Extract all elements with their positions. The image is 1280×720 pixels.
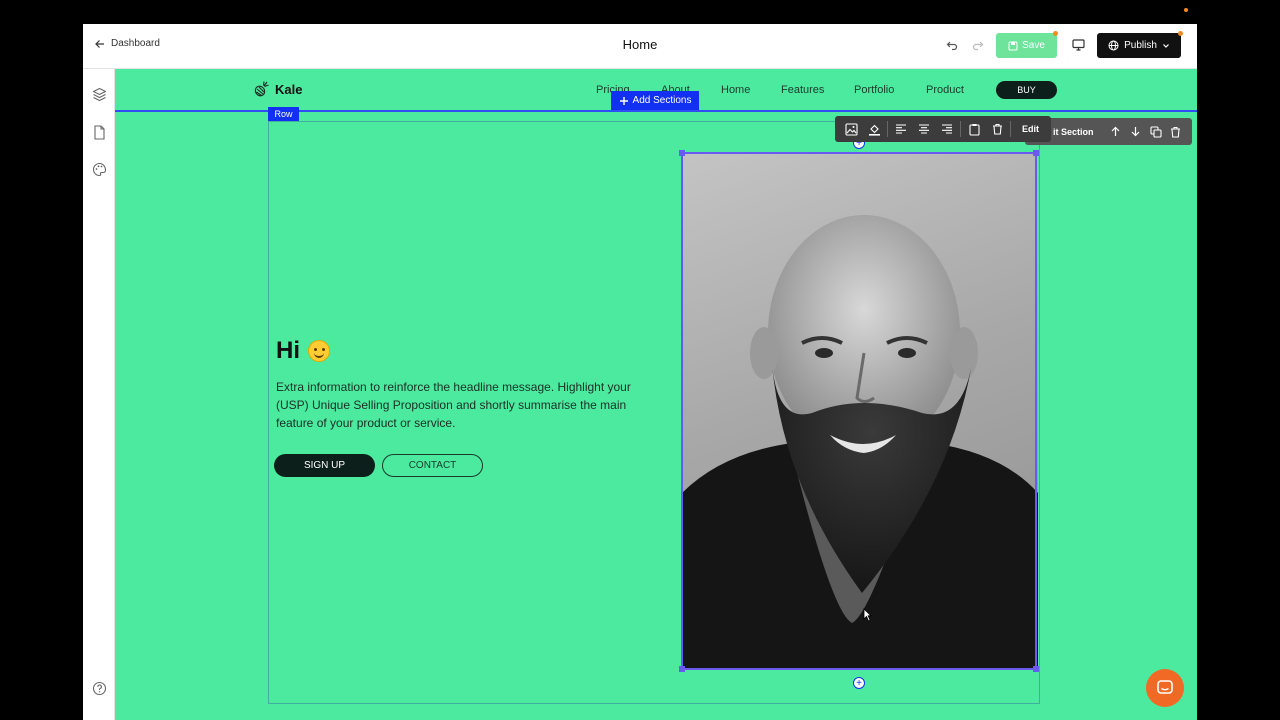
align-right-button[interactable]: [937, 119, 957, 139]
help-icon: [92, 681, 106, 695]
copy-icon: [1149, 125, 1162, 138]
redo-icon: [972, 41, 984, 51]
nav-link-product[interactable]: Product: [926, 84, 964, 96]
smile-emoji-icon: [308, 340, 330, 362]
help-button[interactable]: [90, 679, 108, 697]
trash-icon: [1171, 126, 1181, 138]
pages-button[interactable]: [90, 123, 108, 141]
support-chat-button[interactable]: [1146, 669, 1184, 707]
pineapple-logo-icon: [254, 81, 269, 97]
publish-label: Publish: [1124, 40, 1157, 51]
hero-body[interactable]: Extra information to reinforce the headl…: [276, 378, 636, 432]
add-element-below-button[interactable]: +: [853, 677, 865, 689]
page-canvas: Kale Pricing About Home Features Portfol…: [115, 69, 1197, 720]
monitor-icon: [1071, 39, 1085, 51]
toolbar-divider: [960, 121, 961, 137]
trash-icon: [992, 123, 1002, 135]
theme-button[interactable]: [90, 160, 108, 178]
signup-button[interactable]: SIGN UP: [274, 454, 375, 477]
fill-color-button[interactable]: [864, 119, 884, 139]
publish-indicator: [1178, 31, 1183, 36]
nav-link-portfolio[interactable]: Portfolio: [854, 84, 894, 96]
resize-handle-bottom-left[interactable]: [679, 666, 685, 672]
nav-link-home[interactable]: Home: [721, 84, 750, 96]
chat-icon: [1157, 680, 1173, 694]
align-center-button[interactable]: [914, 119, 934, 139]
resize-handle-top-right[interactable]: [1033, 150, 1039, 156]
arrow-up-icon: [1111, 126, 1120, 136]
hero-title[interactable]: Hi: [276, 337, 330, 365]
toolbar-divider: [1010, 121, 1011, 137]
image-toolbar: Edit: [835, 116, 1051, 142]
contact-button[interactable]: CONTACT: [382, 454, 483, 477]
editor-app: Dashboard Home Save Publish Kale Pricing…: [83, 24, 1197, 720]
nav-link-features[interactable]: Features: [781, 84, 824, 96]
site-brand[interactable]: Kale: [253, 80, 302, 98]
clipboard-icon: [968, 123, 980, 136]
align-left-icon: [896, 124, 906, 134]
hero-title-text: Hi: [276, 337, 300, 364]
align-center-icon: [919, 124, 929, 134]
device-preview-button[interactable]: [1069, 36, 1087, 54]
mouse-cursor-icon: [863, 608, 872, 622]
redo-button[interactable]: [969, 36, 987, 54]
palette-icon: [92, 162, 106, 176]
edit-image-button[interactable]: Edit: [1014, 124, 1047, 134]
notification-dot: [1184, 8, 1188, 12]
unsaved-indicator: [1053, 31, 1058, 36]
left-sidebar: [83, 69, 115, 720]
add-sections-button[interactable]: Add Sections: [611, 91, 699, 110]
resize-handle-bottom-right[interactable]: [1033, 666, 1039, 672]
paint-bucket-icon: [868, 124, 880, 136]
chevron-down-icon: [1162, 43, 1169, 48]
buy-button[interactable]: BUY: [996, 81, 1057, 99]
page-icon: [93, 124, 105, 140]
layers-icon: [92, 87, 106, 101]
layers-button[interactable]: [90, 85, 108, 103]
back-to-dashboard[interactable]: Dashboard: [95, 38, 160, 49]
row-tag[interactable]: Row: [268, 107, 299, 121]
undo-button[interactable]: [943, 36, 961, 54]
hero-portrait-image[interactable]: [682, 153, 1038, 669]
brand-name: Kale: [275, 81, 303, 97]
resize-handle-top-left[interactable]: [679, 150, 685, 156]
replace-image-button[interactable]: [841, 119, 861, 139]
plus-icon: [619, 96, 628, 105]
duplicate-section-button[interactable]: [1148, 124, 1164, 140]
move-section-down-button[interactable]: [1128, 124, 1144, 140]
add-sections-label: Add Sections: [632, 95, 692, 106]
top-bar: Dashboard Home Save Publish: [83, 24, 1197, 69]
save-button[interactable]: Save: [996, 33, 1057, 58]
portrait-illustration: [682, 215, 1038, 669]
floppy-icon: [1008, 41, 1018, 50]
arrow-down-icon: [1131, 127, 1140, 137]
align-left-button[interactable]: [891, 119, 911, 139]
delete-section-button[interactable]: [1168, 124, 1184, 140]
publish-button[interactable]: Publish: [1097, 33, 1181, 58]
edit-section-label[interactable]: it Section: [1053, 127, 1094, 137]
toolbar-divider: [887, 121, 888, 137]
undo-icon: [946, 41, 958, 51]
clipboard-button[interactable]: [964, 119, 984, 139]
arrow-left-icon: [95, 39, 104, 48]
move-section-up-button[interactable]: [1108, 124, 1124, 140]
back-label: Dashboard: [111, 38, 160, 49]
delete-image-button[interactable]: [987, 119, 1007, 139]
align-right-icon: [942, 124, 952, 134]
save-label: Save: [1022, 40, 1045, 51]
image-icon: [844, 122, 858, 136]
globe-icon: [1108, 40, 1119, 51]
